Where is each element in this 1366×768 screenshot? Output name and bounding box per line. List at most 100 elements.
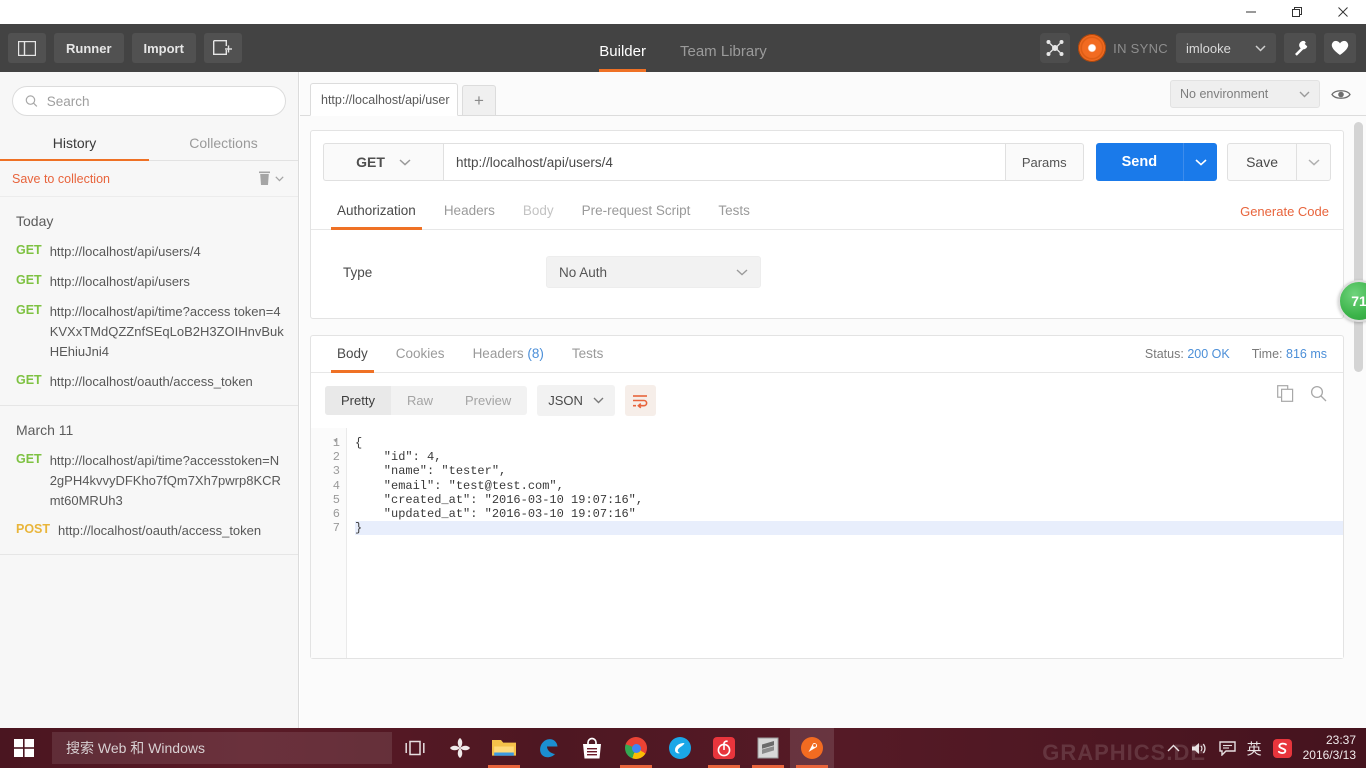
view-mode-raw[interactable]: Raw [391, 386, 449, 415]
new-window-button[interactable] [203, 33, 242, 63]
auth-type-select[interactable]: No Auth [546, 256, 761, 288]
environment-quick-look-button[interactable] [1328, 81, 1354, 107]
taskbar-app-chrome[interactable] [614, 728, 658, 768]
sync-status[interactable]: IN SYNC [1078, 34, 1168, 62]
sogou-input-button[interactable] [1272, 738, 1292, 758]
request-url-input[interactable] [443, 143, 1006, 181]
response-tools [1277, 385, 1327, 407]
response-status: Status: 200 OK [1145, 347, 1230, 361]
response-tab-cookies[interactable]: Cookies [382, 336, 459, 372]
taskbar-app-baidu-browser[interactable] [658, 728, 702, 768]
params-button[interactable]: Params [1005, 143, 1084, 181]
ime-language-indicator[interactable]: 英 [1247, 738, 1262, 759]
word-wrap-toggle[interactable] [624, 385, 656, 416]
sidebar-tab-collections[interactable]: Collections [149, 126, 298, 160]
view-mode-pretty[interactable]: Pretty [325, 386, 391, 415]
import-button[interactable]: Import [131, 33, 196, 63]
history-item[interactable]: GET http://localhost/api/users [0, 267, 298, 297]
environment-select[interactable]: No environment [1170, 80, 1320, 108]
heart-icon [1331, 40, 1349, 55]
environment-value: No environment [1180, 87, 1269, 101]
response-format-select[interactable]: JSON [537, 385, 615, 416]
send-options-button[interactable] [1183, 143, 1218, 181]
show-hidden-icons-button[interactable] [1167, 744, 1180, 753]
request-tab[interactable]: http://localhost/api/user [310, 83, 458, 116]
request-url-row: GET Params Send Save [311, 131, 1343, 193]
add-request-tab-button[interactable]: + [462, 85, 496, 116]
tab-tests[interactable]: Tests [704, 193, 764, 229]
taskbar-app-store[interactable] [570, 728, 614, 768]
line-number: 3 [332, 464, 340, 479]
settings-wrench-button[interactable] [1284, 33, 1316, 63]
search-response-button[interactable] [1310, 385, 1327, 407]
favorites-heart-button[interactable] [1324, 33, 1356, 63]
sync-status-label: IN SYNC [1113, 40, 1168, 56]
taskbar-app-pinwheel[interactable] [438, 728, 482, 768]
clear-history-button[interactable] [258, 171, 284, 186]
sidebar: History Collections Save to collection T… [0, 72, 299, 728]
save-options-button[interactable] [1297, 143, 1331, 181]
action-center-button[interactable] [1218, 740, 1236, 756]
netease-music-icon [713, 737, 735, 759]
volume-icon [1191, 742, 1206, 754]
taskbar-app-netease-music[interactable] [702, 728, 746, 768]
code-line: "name": "tester", [355, 464, 507, 479]
task-view-icon [405, 740, 425, 756]
tab-builder[interactable]: Builder [599, 43, 646, 72]
history-item[interactable]: GET http://localhost/api/time?access tok… [0, 297, 298, 367]
scrollbar-thumb[interactable] [1354, 122, 1363, 372]
taskbar-app-postman[interactable] [790, 728, 834, 768]
line-number: 5 [332, 492, 340, 507]
response-format-value: JSON [548, 393, 583, 408]
taskbar-app-edge[interactable] [526, 728, 570, 768]
history-method: GET [16, 273, 42, 287]
tab-headers[interactable]: Headers [430, 193, 509, 229]
tab-body[interactable]: Body [509, 193, 568, 229]
save-request-button[interactable]: Save [1227, 143, 1297, 181]
chevron-down-icon [1195, 158, 1207, 166]
history-item[interactable]: GET http://localhost/api/time?accesstoke… [0, 446, 298, 516]
send-button[interactable]: Send [1095, 143, 1184, 181]
volume-button[interactable] [1191, 741, 1208, 756]
copy-response-button[interactable] [1277, 385, 1294, 407]
fold-toggle-icon[interactable]: ▾ [333, 436, 338, 446]
save-to-collection-link[interactable]: Save to collection [12, 172, 110, 186]
close-button[interactable] [1320, 0, 1366, 24]
taskbar-app-file-explorer[interactable] [482, 728, 526, 768]
task-view-button[interactable] [392, 728, 438, 768]
http-method-select[interactable]: GET [323, 143, 443, 181]
minimize-button[interactable] [1228, 0, 1274, 24]
network-node-button[interactable] [1040, 33, 1071, 63]
history-method: GET [16, 373, 42, 387]
clock-time: 23:37 [1325, 733, 1356, 747]
tab-pre-request-script[interactable]: Pre-request Script [568, 193, 705, 229]
maximize-button[interactable] [1274, 0, 1320, 24]
response-tab-headers[interactable]: Headers (8) [459, 336, 558, 372]
chevron-down-icon [399, 158, 411, 166]
editor-content[interactable]: { "id": 4, "name": "tester", "email": "t… [347, 428, 1343, 658]
taskbar-clock[interactable]: 23:37 2016/3/13 [1303, 733, 1356, 763]
view-mode-preview[interactable]: Preview [449, 386, 527, 415]
response-tab-tests[interactable]: Tests [558, 336, 618, 372]
search-input[interactable] [46, 93, 273, 109]
history-item[interactable]: GET http://localhost/api/users/4 [0, 237, 298, 267]
history-item[interactable]: GET http://localhost/oauth/access_token [0, 367, 298, 397]
taskbar-app-sublime-text[interactable] [746, 728, 790, 768]
history-item[interactable]: POST http://localhost/oauth/access_token [0, 516, 298, 546]
tab-authorization[interactable]: Authorization [323, 193, 430, 230]
search-box[interactable] [12, 86, 286, 116]
start-button[interactable] [0, 728, 48, 768]
user-menu[interactable]: imlooke [1176, 33, 1276, 63]
runner-button[interactable]: Runner [54, 33, 124, 63]
taskbar-search-box[interactable]: 搜索 Web 和 Windows [52, 732, 392, 764]
main-scrollbar[interactable] [1354, 122, 1363, 722]
response-body-editor[interactable]: 1 2 3 4 5 6 7 ▾ { "id": 4, "name": "test… [311, 428, 1343, 658]
generate-code-link[interactable]: Generate Code [1240, 204, 1329, 219]
response-tab-body[interactable]: Body [323, 336, 382, 373]
sidebar-toggle-button[interactable] [8, 33, 46, 63]
search-icon [25, 95, 38, 107]
http-method-value: GET [356, 154, 385, 170]
history-group-date: March 11 [16, 422, 74, 438]
sidebar-tab-history[interactable]: History [0, 126, 149, 161]
tab-team-library[interactable]: Team Library [680, 43, 767, 72]
